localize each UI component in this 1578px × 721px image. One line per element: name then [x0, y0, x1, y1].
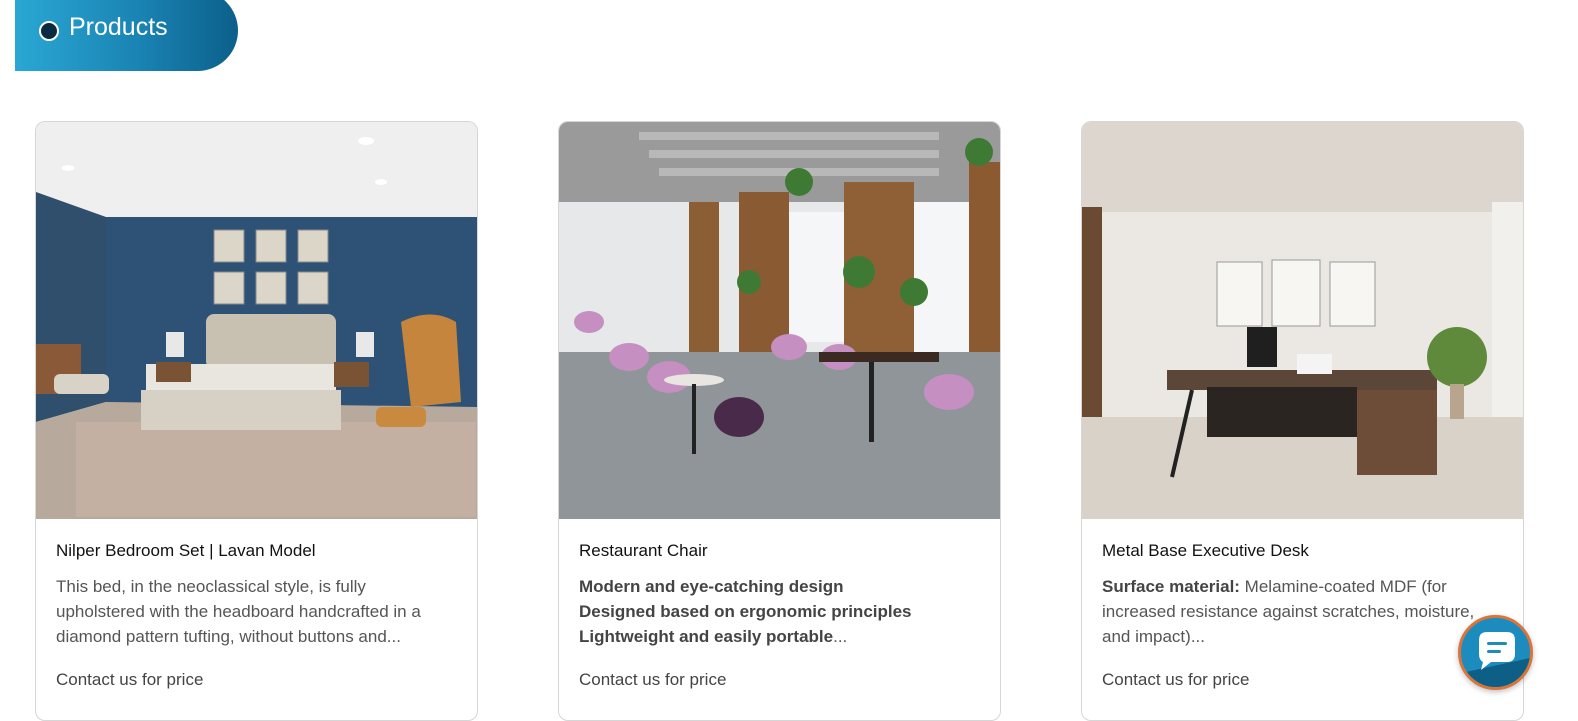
chat-bubble-icon: [1461, 632, 1530, 687]
product-description: Surface material: Melamine-coated MDF (f…: [1102, 574, 1502, 649]
feature-line: Lightweight and easily portable: [579, 627, 834, 646]
section-title: Products: [69, 13, 168, 41]
chat-button[interactable]: [1458, 615, 1533, 690]
product-card[interactable]: Nilper Bedroom Set | Lavan Model This be…: [35, 121, 478, 721]
circle-bullet-icon: [39, 21, 59, 41]
product-image[interactable]: [559, 122, 1000, 519]
product-card[interactable]: Restaurant Chair Modern and eye-catching…: [558, 121, 1001, 721]
section-header: Products: [15, 0, 238, 71]
product-price[interactable]: Contact us for price: [1102, 669, 1249, 691]
spec-label: Surface material:: [1102, 577, 1240, 596]
feature-line: Designed based on ergonomic principles: [579, 602, 912, 621]
product-image[interactable]: [36, 122, 477, 519]
feature-line: Modern and eye-catching design: [579, 577, 844, 596]
ellipsis: ...: [833, 627, 848, 646]
product-title[interactable]: Restaurant Chair: [579, 540, 708, 562]
product-title[interactable]: Metal Base Executive Desk: [1102, 540, 1309, 562]
product-card[interactable]: Metal Base Executive Desk Surface materi…: [1081, 121, 1524, 721]
product-price[interactable]: Contact us for price: [56, 669, 203, 691]
product-description: This bed, in the neoclassical style, is …: [56, 577, 421, 646]
product-description: Modern and eye-catching design Designed …: [579, 574, 979, 649]
product-title[interactable]: Nilper Bedroom Set | Lavan Model: [56, 540, 316, 562]
product-image[interactable]: [1082, 122, 1523, 519]
product-price[interactable]: Contact us for price: [579, 669, 726, 691]
